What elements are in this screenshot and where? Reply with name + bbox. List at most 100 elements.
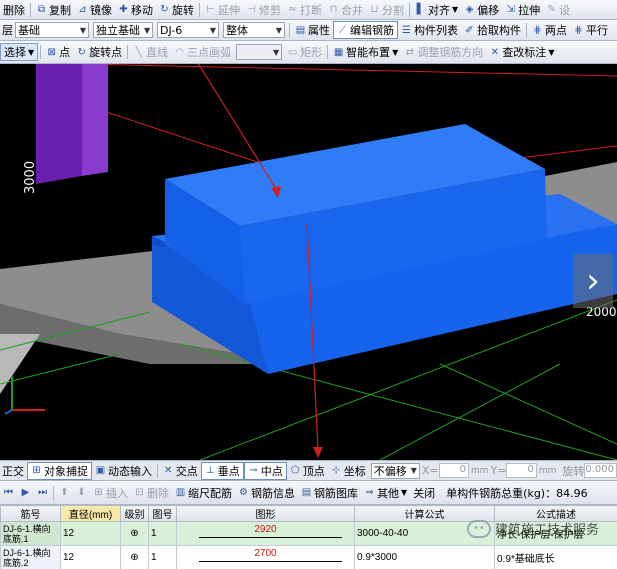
two-points-button[interactable]: ⋕ 两点 (529, 21, 570, 39)
col-diameter[interactable]: 直径(mm) (60, 505, 121, 522)
insert-button[interactable]: ⊞ 插入 (90, 484, 131, 502)
y-input[interactable]: 0 (506, 463, 537, 478)
x-input[interactable]: 0 (438, 463, 469, 478)
pick-component-button[interactable]: ✐ 拾取构件 (461, 21, 524, 39)
formula-cell[interactable]: 0.9*3000 (354, 545, 495, 569)
break-button[interactable]: ≈ 打断 (284, 1, 325, 19)
figure-cell[interactable]: 1 (148, 521, 177, 546)
col-figure[interactable]: 图号 (148, 505, 177, 522)
3d-viewport[interactable]: 3000 2000 › (0, 64, 617, 460)
point-button[interactable]: ⊠ 点 (43, 43, 73, 61)
two-points-label: 两点 (545, 24, 567, 37)
split-icon: ⊔ (370, 4, 379, 15)
delete-row-button[interactable]: ⊟ 删除 (131, 484, 172, 502)
shape-cell[interactable]: 2920 (176, 521, 355, 546)
arrow-down-icon: ⬇ (77, 487, 86, 498)
move-down-button[interactable]: ⬇ (73, 484, 90, 502)
trim-button[interactable]: ⊣ 修剪 (243, 1, 284, 19)
close-button[interactable]: 关闭 (410, 484, 438, 502)
parallel-button[interactable]: ⋕ 平行 (570, 21, 611, 39)
pull-button[interactable]: ⇲ 拉伸 (502, 1, 543, 19)
rotate-button[interactable]: ↻ 旋转 (156, 1, 197, 19)
perpendicular-snap[interactable]: ⊥ 垂点 (200, 461, 244, 480)
select-button[interactable]: 选择 ▼ (0, 43, 39, 61)
line-button[interactable]: ╲ 直线 (130, 43, 171, 61)
rotate-point-button[interactable]: ↻ 旋转点 (73, 43, 125, 61)
align-button[interactable]: ▌ 对齐 ▼ (412, 1, 461, 19)
delete-button[interactable]: 删除 (0, 1, 28, 19)
last-record-button[interactable]: ⏭ (34, 484, 51, 502)
grid-line (84, 64, 617, 77)
rebar-info-button[interactable]: ⚙ 钢筋信息 (235, 484, 298, 502)
dynamic-input-toggle[interactable]: ▣ 动态输入 (92, 462, 155, 480)
col-bar-no[interactable]: 筋号 (0, 505, 61, 522)
other-button[interactable]: ⇒ 其他 ▼ (361, 484, 410, 502)
grade-cell[interactable]: ⊕ (120, 545, 149, 569)
diameter-cell[interactable]: 12 (60, 521, 121, 546)
other-label: 其他 (377, 486, 399, 500)
coordinate-snap[interactable]: ⊹ 坐标 (328, 462, 369, 480)
wechat-icon: •• (466, 519, 491, 538)
layer-label: 层 (2, 24, 13, 37)
extend-button[interactable]: ⊢ 延伸 (202, 1, 243, 19)
prev-record-button[interactable]: ▶ (17, 484, 34, 502)
split-button[interactable]: ⊔ 分割 (366, 1, 407, 19)
rotate-icon: ↻ (160, 4, 169, 15)
rotate-input[interactable]: 0.000 (584, 463, 617, 478)
delete-icon: ⊟ (135, 487, 144, 498)
part-select[interactable]: 整体 ▼ (223, 22, 285, 38)
y-unit: mm (538, 465, 557, 476)
settings-button[interactable]: ✎ 设 (543, 1, 573, 19)
component-list-button[interactable]: ☰ 构件列表 (398, 21, 461, 39)
first-record-button[interactable]: ⏮ (0, 484, 17, 502)
mirror-button[interactable]: ⊿ 镜像 (74, 1, 115, 19)
rebar-library-button[interactable]: ▤ 钢筋图库 (298, 484, 361, 502)
smart-layout-button[interactable]: ▦ 智能布置 ▼ (330, 43, 401, 61)
description-cell[interactable]: 0.9*基础底长 (494, 545, 617, 569)
chevron-down-icon: ▼ (209, 25, 216, 35)
chevron-down-icon: ▼ (392, 47, 399, 57)
rebar-line (199, 560, 342, 562)
move-up-button[interactable]: ⬆ (56, 484, 73, 502)
col-grade[interactable]: 级别 (120, 505, 149, 522)
move-button[interactable]: ✚ 移动 (115, 1, 156, 19)
copy-button[interactable]: ⧉ 复制 (33, 1, 74, 19)
type-select[interactable]: 独立基础 ▼ (93, 22, 153, 38)
object-snap-toggle[interactable]: ⊞ 对象捕捉 (27, 461, 92, 480)
pick-component-label: 拾取构件 (477, 24, 521, 37)
bar-id-cell[interactable]: DJ-6-1.横向底筋.1 (0, 521, 61, 546)
layer-select[interactable]: 基础 ▼ (15, 22, 89, 38)
grade-cell[interactable]: ⊕ (120, 521, 149, 546)
merge-button[interactable]: ⊓ 合并 (325, 1, 366, 19)
check-label-button[interactable]: ✕ 查改标注 ▼ (486, 43, 557, 61)
split-label: 分割 (382, 3, 404, 17)
offset-button[interactable]: ◈ 偏移 (461, 1, 502, 19)
table-row[interactable]: DJ-6-1.横向底筋.2 12 ⊕ 1 2700 0.9*3000 0.9*基… (0, 545, 617, 569)
vertex-snap[interactable]: ⬠ 顶点 (287, 462, 328, 480)
vertex-icon: ⬠ (290, 465, 300, 476)
align-icon: ▌ (416, 4, 425, 15)
separator (40, 45, 42, 59)
snap-toolbar: 正交 ⊞ 对象捕捉 ▣ 动态输入 ✕ 交点 ⊥ 垂点 ⊸ 中点 ⬠ 顶点 ⊹ 坐标 不偏移 ▼ … (0, 460, 617, 481)
intersection-snap[interactable]: ✕ 交点 (160, 462, 201, 480)
ortho-toggle[interactable]: 正交 (0, 462, 27, 480)
properties-button[interactable]: ▤ 属性 (292, 21, 333, 39)
arc-mode-select[interactable]: ▼ (236, 44, 283, 60)
diameter-cell[interactable]: 12 (60, 545, 121, 569)
midpoint-snap[interactable]: ⊸ 中点 (243, 461, 287, 480)
figure-cell[interactable]: 1 (148, 545, 177, 569)
col-shape[interactable]: 图形 (176, 505, 355, 522)
type-value: 独立基础 (96, 24, 140, 37)
rect-button[interactable]: ▭ 矩形 (284, 43, 325, 61)
offset-mode-select[interactable]: 不偏移 ▼ (370, 462, 420, 479)
scale-rebar-button[interactable]: ▥ 缩尺配筋 (172, 484, 235, 502)
shape-cell[interactable]: 2700 (176, 545, 355, 569)
next-image-button[interactable]: › (573, 254, 613, 308)
bar-id-cell[interactable]: DJ-6-1.横向底筋.2 (0, 545, 61, 569)
adjust-rebar-dir-button[interactable]: ⇄ 调整钢筋方向 (401, 43, 486, 61)
dynamic-input-icon: ▣ (95, 465, 106, 476)
part-value: 整体 (226, 24, 248, 37)
edit-rebar-button[interactable]: ⟋ 编辑钢筋 (333, 21, 398, 39)
element-select[interactable]: DJ-6 ▼ (157, 22, 219, 38)
arc-button[interactable]: ◠ 三点画弧 (171, 43, 234, 61)
